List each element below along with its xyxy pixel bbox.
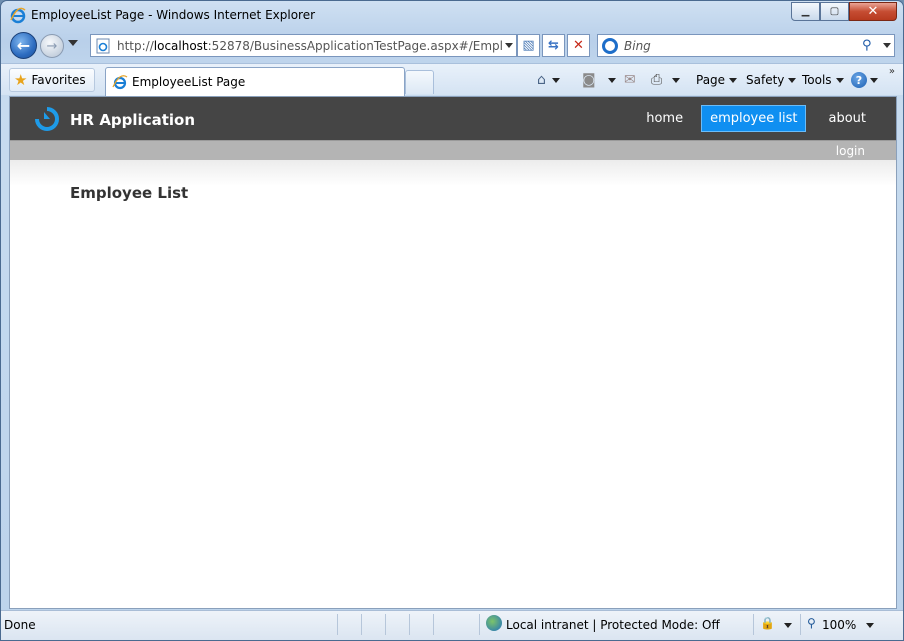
help-icon: ? bbox=[851, 72, 867, 88]
chevron-more-icon[interactable]: » bbox=[889, 66, 895, 77]
browser-window: EmployeeList Page - Windows Internet Exp… bbox=[0, 0, 904, 641]
back-button[interactable]: ← bbox=[10, 32, 37, 59]
command-bar: ★ Favorites EmployeeList Page ⌂ ◙ ✉ ⎙ Pa… bbox=[1, 63, 903, 96]
status-divider bbox=[753, 614, 754, 635]
rss-icon: ◙ bbox=[582, 72, 596, 88]
stop-icon: ✕ bbox=[573, 38, 584, 53]
printer-icon: ⎙ bbox=[651, 72, 663, 88]
window-title: EmployeeList Page - Windows Internet Exp… bbox=[31, 8, 316, 22]
address-dropdown[interactable] bbox=[502, 35, 516, 56]
window-controls: ▁ ▢ ✕ bbox=[791, 2, 897, 21]
app-logo-icon bbox=[35, 107, 59, 131]
minimize-icon: ▁ bbox=[801, 6, 810, 17]
zoom-dropdown[interactable] bbox=[866, 623, 874, 628]
search-icon[interactable]: ⚲ bbox=[862, 38, 880, 53]
address-url[interactable]: http://localhost:52878/BusinessApplicati… bbox=[117, 39, 502, 53]
feeds-button[interactable]: ◙ bbox=[582, 70, 616, 90]
status-divider bbox=[800, 614, 801, 635]
page-icon bbox=[96, 38, 110, 53]
content-shade bbox=[10, 160, 896, 186]
safety-menu[interactable]: Safety bbox=[746, 70, 797, 90]
app-header: HR Application home employee list about bbox=[10, 97, 896, 140]
search-options-dropdown[interactable] bbox=[880, 43, 894, 48]
home-button[interactable]: ⌂ bbox=[537, 70, 560, 90]
favorites-button[interactable]: ★ Favorites bbox=[9, 68, 95, 92]
protected-mode-icon[interactable]: 🔒 bbox=[760, 616, 775, 630]
read-mail-button[interactable]: ✉ bbox=[624, 70, 636, 90]
tools-menu[interactable]: Tools bbox=[802, 70, 844, 90]
back-arrow-icon: ← bbox=[16, 36, 31, 55]
ie-logo-icon bbox=[10, 7, 26, 24]
chevron-down-icon[interactable] bbox=[784, 623, 792, 628]
status-divider bbox=[337, 614, 338, 635]
zoom-level[interactable]: 100% bbox=[822, 618, 856, 632]
login-bar: login bbox=[10, 140, 896, 160]
minimize-button[interactable]: ▁ bbox=[791, 2, 820, 21]
forward-button[interactable]: → bbox=[40, 34, 64, 58]
intranet-zone-icon bbox=[486, 615, 502, 631]
maximize-button[interactable]: ▢ bbox=[820, 2, 849, 21]
zoom-icon: ⚲ bbox=[807, 616, 816, 630]
close-button[interactable]: ✕ bbox=[849, 2, 897, 21]
app-navigation: home employee list about bbox=[628, 105, 874, 132]
title-bar: EmployeeList Page - Windows Internet Exp… bbox=[1, 1, 903, 29]
compatibility-icon: ▧ bbox=[522, 38, 535, 53]
status-text: Done bbox=[4, 618, 36, 632]
page-title: Employee List bbox=[70, 184, 189, 202]
maximize-icon: ▢ bbox=[829, 6, 840, 17]
status-divider bbox=[433, 614, 434, 635]
refresh-icon: ⇆ bbox=[548, 38, 559, 53]
new-tab-button[interactable] bbox=[405, 70, 434, 94]
forward-arrow-icon: → bbox=[46, 38, 58, 54]
home-icon: ⌂ bbox=[537, 72, 546, 88]
stop-button[interactable]: ✕ bbox=[567, 34, 590, 57]
bing-icon bbox=[602, 37, 618, 54]
search-box[interactable]: Bing ⚲ bbox=[597, 34, 895, 57]
help-button[interactable]: ? bbox=[851, 70, 878, 90]
print-button[interactable]: ⎙ bbox=[651, 70, 681, 90]
status-divider bbox=[479, 614, 480, 635]
mail-icon: ✉ bbox=[624, 72, 636, 88]
compatibility-view-button[interactable]: ▧ bbox=[517, 34, 540, 57]
status-divider bbox=[385, 614, 386, 635]
status-divider bbox=[409, 614, 410, 635]
tab-employeelist[interactable]: EmployeeList Page bbox=[105, 67, 405, 96]
ie-logo-icon bbox=[112, 75, 128, 90]
status-divider bbox=[361, 614, 362, 635]
security-zone-text[interactable]: Local intranet | Protected Mode: Off bbox=[506, 618, 720, 632]
refresh-button[interactable]: ⇆ bbox=[542, 34, 565, 57]
address-bar[interactable]: http://localhost:52878/BusinessApplicati… bbox=[90, 34, 517, 57]
page-menu[interactable]: Page bbox=[696, 70, 738, 90]
nav-about-link[interactable]: about bbox=[820, 106, 874, 131]
page-viewport: HR Application home employee list about … bbox=[9, 96, 897, 609]
navigation-bar: ← → http://localhost:52878/BusinessAppli… bbox=[1, 29, 903, 61]
search-input[interactable]: Bing bbox=[624, 39, 862, 53]
close-icon: ✕ bbox=[867, 4, 879, 19]
login-link[interactable]: login bbox=[836, 144, 865, 158]
star-icon: ★ bbox=[14, 71, 28, 89]
recent-pages-dropdown[interactable] bbox=[68, 40, 78, 46]
nav-employee-list-link[interactable]: employee list bbox=[701, 105, 807, 132]
nav-home-link[interactable]: home bbox=[638, 106, 691, 131]
app-name: HR Application bbox=[70, 111, 196, 129]
status-bar: Done Local intranet | Protected Mode: Of… bbox=[1, 610, 903, 640]
